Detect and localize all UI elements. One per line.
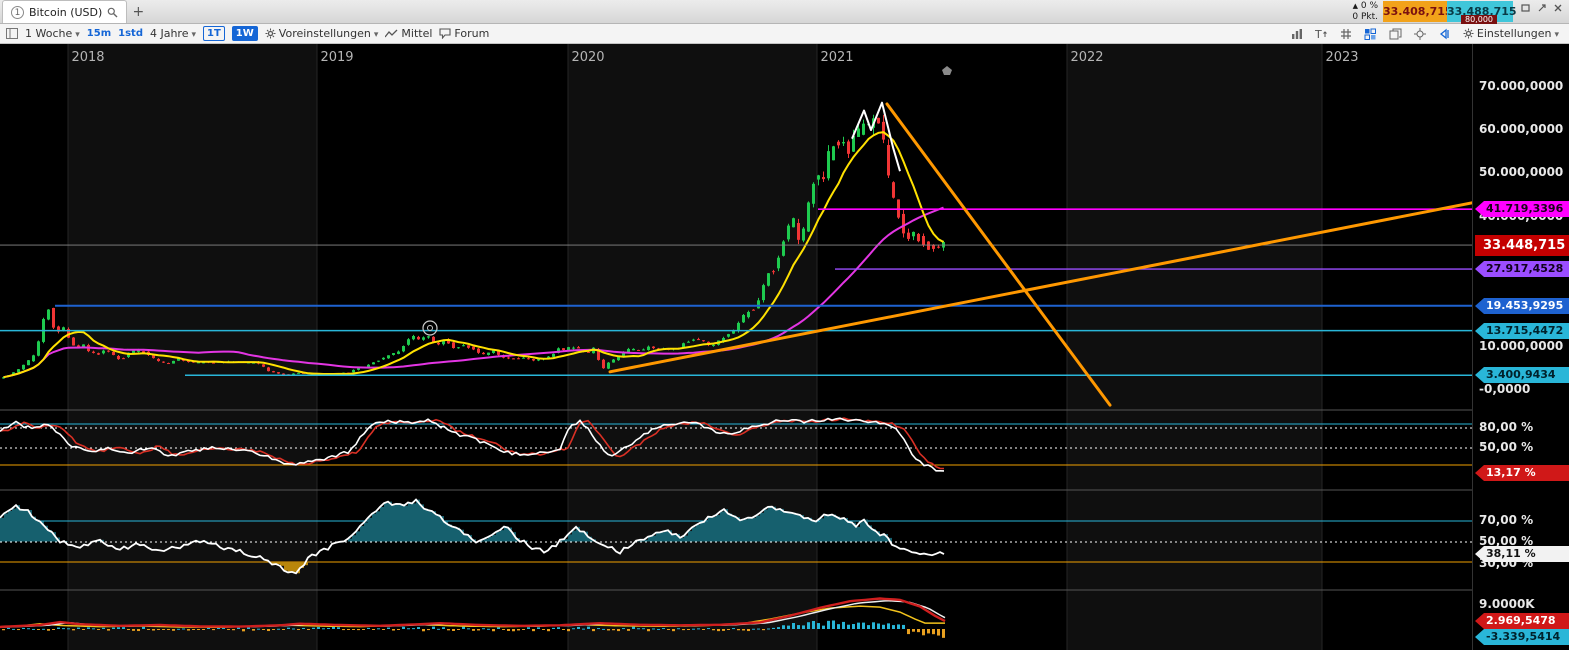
- bid-badge[interactable]: 33.408,715: [1383, 1, 1447, 22]
- expand-icon[interactable]: [1537, 3, 1547, 13]
- window-controls: [1513, 0, 1569, 23]
- range-dropdown[interactable]: 4 Jahre: [150, 27, 196, 40]
- speech-bubble-icon: [439, 28, 451, 39]
- svg-text:2022: 2022: [1070, 50, 1103, 65]
- bar-chart-icon[interactable]: [1291, 28, 1303, 40]
- axis-label: 70,00 %: [1479, 513, 1533, 527]
- axis-label: 70.000,0000: [1479, 79, 1563, 93]
- period-label: 1 Woche: [25, 27, 72, 40]
- svg-text:2018: 2018: [71, 50, 104, 65]
- restore-window-icon[interactable]: [1521, 3, 1531, 13]
- up-triangle-icon: ▲: [1353, 2, 1358, 10]
- toolbar-right-icons: T Einstellungen: [1291, 27, 1563, 40]
- back-icon[interactable]: [1438, 28, 1451, 40]
- axis-label: 9.0000K: [1479, 597, 1535, 611]
- mittel-label: Mittel: [401, 27, 432, 40]
- axis-badge: 2.969,5478: [1475, 613, 1569, 629]
- average-line-icon: [385, 29, 398, 39]
- chart-toolbar: 1 Woche 15m 1std 4 Jahre 1T 1W Voreinste…: [0, 24, 1569, 44]
- axis-badge: 3.400,9434: [1475, 367, 1569, 383]
- add-tab-button[interactable]: +: [127, 0, 149, 23]
- chevron-down-icon: [374, 27, 379, 40]
- forum-label: Forum: [454, 27, 489, 40]
- svg-text:2021: 2021: [820, 50, 853, 65]
- timeframe-15m[interactable]: 15m: [87, 28, 111, 39]
- crosshair-icon[interactable]: [1414, 28, 1426, 40]
- axis-badge: 19.453,9295: [1475, 298, 1569, 314]
- price-axis[interactable]: 70.000,000060.000,000050.000,000040.000,…: [1472, 44, 1569, 650]
- axis-label: 60.000,0000: [1479, 122, 1563, 136]
- chevron-down-icon: [75, 27, 80, 40]
- presets-dropdown[interactable]: Voreinstellungen: [265, 27, 379, 40]
- axis-badge: 33.448,715: [1475, 235, 1569, 256]
- svg-text:T: T: [1315, 28, 1322, 40]
- axis-badge: -3.339,5414: [1475, 629, 1569, 645]
- indicator-icon[interactable]: [1364, 28, 1377, 40]
- tab-bitcoin-usd[interactable]: 1 Bitcoin (USD): [2, 0, 127, 23]
- grid-icon[interactable]: [1340, 28, 1352, 40]
- axis-label: 50,00 %: [1479, 534, 1533, 548]
- timeframe-1w[interactable]: 1W: [232, 26, 258, 41]
- axis-badge: 38,11 %: [1475, 546, 1569, 562]
- svg-text:2019: 2019: [320, 50, 353, 65]
- range-label: 4 Jahre: [150, 27, 189, 40]
- windows-icon[interactable]: [1389, 28, 1402, 40]
- gear-icon: [265, 28, 276, 39]
- chart-canvas[interactable]: 2018 2019 2020 2021 2022 2023: [0, 44, 1472, 650]
- tabbar-spacer: [149, 0, 1352, 23]
- panel-layout-icon[interactable]: [6, 28, 18, 39]
- axis-label: 10.000,0000: [1479, 339, 1563, 353]
- chevron-down-icon: [1554, 27, 1559, 40]
- forum-button[interactable]: Forum: [439, 27, 489, 40]
- chart-area: 2018 2019 2020 2021 2022 2023 70.000,0000 60.0…: [0, 44, 1569, 650]
- panel-number-icon: 1: [11, 6, 24, 19]
- svg-text:2023: 2023: [1325, 50, 1358, 65]
- change-percent: 0 %: [1361, 1, 1378, 11]
- settings-button[interactable]: Einstellungen: [1463, 27, 1559, 40]
- ask-badge-wrap: 33.488,715 80,000: [1447, 1, 1513, 23]
- axis-label: -0,0000: [1479, 382, 1530, 396]
- gear-icon: [1463, 28, 1474, 39]
- chevron-down-icon: [191, 27, 196, 40]
- timeframe-1t[interactable]: 1T: [203, 26, 225, 41]
- search-icon[interactable]: [107, 7, 118, 18]
- quote-change: ▲ 0 % 0 Pkt.: [1352, 0, 1383, 23]
- axis-badge: 27.917,4528: [1475, 261, 1569, 277]
- axis-badge: 13,17 %: [1475, 465, 1569, 481]
- axis-badge: 13.715,4472: [1475, 323, 1569, 339]
- svg-text:2020: 2020: [571, 50, 604, 65]
- mittel-button[interactable]: Mittel: [385, 27, 432, 40]
- axis-label: 50.000,0000: [1479, 165, 1563, 179]
- tab-bar: 1 Bitcoin (USD) + ▲ 0 % 0 Pkt. 33.408,71…: [0, 0, 1569, 24]
- period-dropdown[interactable]: 1 Woche: [25, 27, 80, 40]
- settings-label: Einstellungen: [1477, 27, 1552, 40]
- text-tool-icon[interactable]: T: [1315, 28, 1328, 40]
- axis-label: 80,00 %: [1479, 420, 1533, 434]
- timeframe-1std[interactable]: 1std: [118, 28, 143, 39]
- axis-label: 50,00 %: [1479, 440, 1533, 454]
- axis-badge: 41.719,3396: [1475, 201, 1569, 217]
- presets-label: Voreinstellungen: [279, 27, 371, 40]
- close-icon[interactable]: [1553, 3, 1563, 13]
- change-points: 0 Pkt.: [1352, 12, 1378, 23]
- tab-label: Bitcoin (USD): [29, 6, 102, 19]
